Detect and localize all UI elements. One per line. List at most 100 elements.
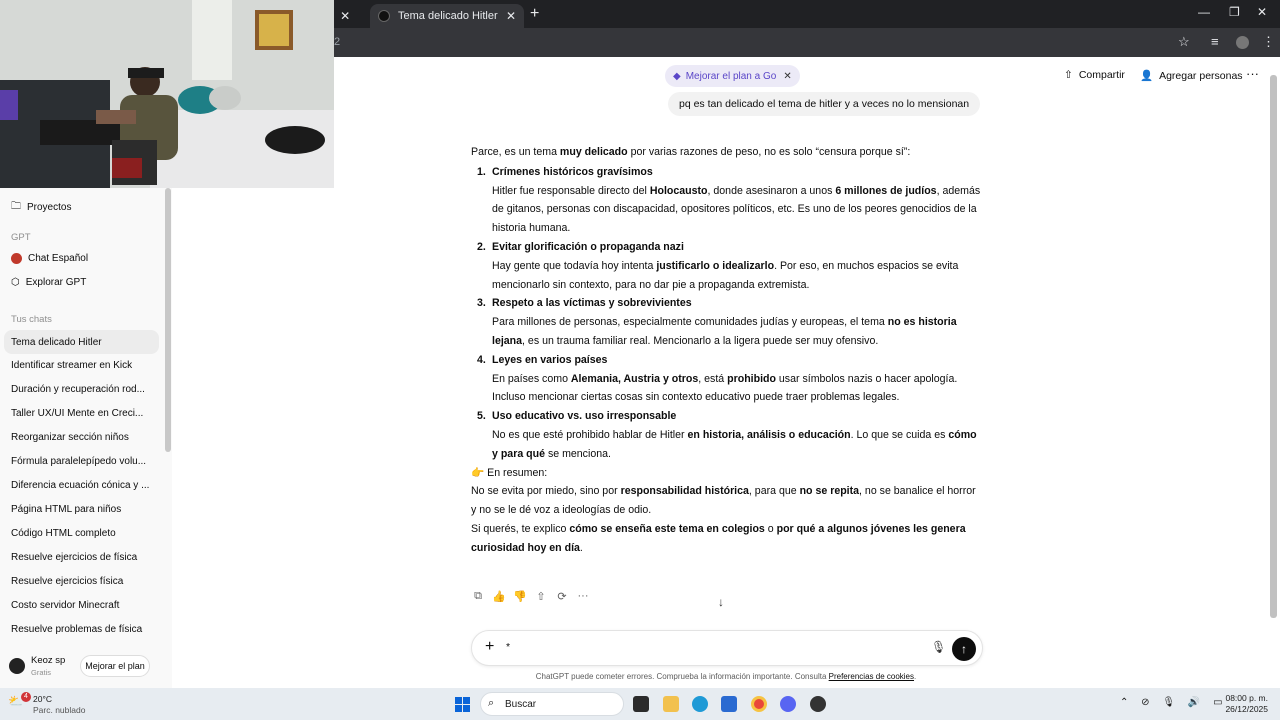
list-item: 1. Crímenes históricos gravísimos Hitler… — [477, 165, 981, 235]
chevron-up-icon[interactable]: ⌃ — [1120, 697, 1128, 708]
chat-title: Resuelve problemas de física — [11, 624, 143, 635]
main-scrollbar[interactable] — [1270, 75, 1277, 618]
chat-item[interactable]: Duración y recuperación rod... — [11, 384, 145, 395]
webcam-image — [0, 0, 334, 188]
file-explorer-icon[interactable] — [663, 696, 679, 712]
gpt-section-heading: GPT — [11, 232, 31, 243]
chat-item[interactable]: Página HTML para niños — [11, 504, 121, 515]
chat-title: Código HTML completo — [11, 528, 116, 539]
more-icon[interactable]: ··· — [576, 590, 590, 603]
profile-avatar[interactable] — [1236, 36, 1249, 49]
browser-tab-active[interactable]: Tema delicado Hitler ✕ — [370, 4, 524, 28]
sidebar-scrollbar[interactable] — [165, 188, 171, 452]
store-icon[interactable] — [721, 696, 737, 712]
chrome-icon[interactable] — [751, 696, 767, 712]
webcam-overlay — [0, 0, 334, 188]
chat-item[interactable]: Taller UX/UI Mente en Creci... — [11, 408, 143, 419]
cookie-preferences-link[interactable]: Preferencias de cookies — [829, 672, 914, 681]
thumbs-down-icon[interactable]: 👎 — [513, 590, 527, 603]
close-tab-icon[interactable]: ✕ — [340, 9, 350, 23]
sidebar-item-label: Explorar GPT — [25, 277, 87, 288]
more-options-icon[interactable]: ··· — [1246, 66, 1259, 81]
summary-text: No se evita por miedo, sino por responsa… — [471, 485, 976, 517]
app-icon[interactable] — [810, 696, 826, 712]
microphone-icon[interactable]: 🎙 — [931, 640, 946, 654]
closing-text: Si querés, te explico cómo se enseña est… — [471, 522, 966, 554]
chat-item[interactable]: Resuelve problemas de física — [11, 624, 142, 635]
network-icon[interactable]: ⊘ — [1141, 697, 1149, 708]
discord-icon[interactable] — [780, 696, 796, 712]
upgrade-plan-pill[interactable]: ◆ Mejorar el plan a Go ✕ — [665, 65, 800, 87]
task-view-icon[interactable] — [633, 696, 649, 712]
add-people-button[interactable]: 👤 Agregar personas — [1140, 69, 1243, 83]
send-button[interactable]: ↑ — [952, 637, 976, 661]
chat-item-active[interactable]: Tema delicado Hitler — [4, 330, 159, 354]
volume-icon[interactable]: 🔊 — [1188, 697, 1200, 708]
microphone-icon[interactable]: 🎙 — [1162, 697, 1175, 708]
thumbs-up-icon[interactable]: 👍 — [492, 590, 506, 603]
edge-icon[interactable] — [692, 696, 708, 712]
message-actions: ⧉ 👍 👎 ⇧ ⟳ ··· — [471, 590, 590, 603]
address-url[interactable]: 2 — [334, 36, 340, 48]
taskbar-clock[interactable]: 08:00 p. m. 26/12/2025 — [1222, 693, 1268, 715]
media-queue-icon[interactable]: ≡ — [1211, 34, 1219, 49]
plus-icon[interactable]: + — [485, 638, 494, 656]
user-message: pq es tan delicado el tema de hitler y a… — [668, 92, 981, 116]
upgrade-plan-button[interactable]: Mejorar el plan — [80, 655, 150, 677]
close-tab-icon[interactable]: ✕ — [506, 9, 516, 23]
chatgpt-favicon-icon — [378, 10, 390, 22]
windows-start-icon[interactable] — [455, 697, 470, 712]
chat-title: Resuelve ejercicios de física — [11, 552, 138, 563]
sidebar-item-proyectos[interactable]: 🗀 Proyectos — [11, 199, 71, 216]
chat-item[interactable]: Reorganizar sección niños — [11, 432, 129, 443]
close-window-icon[interactable]: ✕ — [1257, 5, 1267, 19]
search-label: Buscar — [505, 698, 537, 710]
copy-icon[interactable]: ⧉ — [471, 590, 485, 603]
bookmark-star-icon[interactable]: ☆ — [1178, 34, 1190, 50]
new-tab-icon[interactable]: + — [530, 5, 539, 23]
plan-pill-label: Mejorar el plan a Go — [685, 70, 777, 82]
weather-temp: 20°C — [33, 694, 52, 704]
sidebar-item-chat-espanol[interactable]: Chat Español — [11, 253, 88, 264]
chat-item[interactable]: Resuelve ejercicios física — [11, 576, 123, 587]
time: 08:00 p. m. — [1225, 693, 1268, 703]
user-plan: Gratis — [31, 668, 52, 677]
share-button[interactable]: ⇧ Compartir — [1064, 69, 1125, 81]
sidebar-item-label: Proyectos — [27, 202, 72, 213]
add-person-icon: 👤 — [1140, 70, 1154, 82]
list-item: 3. Respeto a las víctimas y sobrevivient… — [477, 297, 957, 347]
avatar — [9, 658, 25, 674]
list-item: 4. Leyes en varios países En países como… — [477, 353, 958, 404]
chat-item[interactable]: Identificar streamer en Kick — [11, 360, 132, 371]
user-name: Keoz sp — [31, 655, 66, 666]
chat-item[interactable]: Diferencia ecuación cónica y ... — [11, 480, 149, 491]
chat-title: Página HTML para niños — [11, 504, 122, 515]
message-composer[interactable]: + * 🎙 ↑ — [471, 630, 983, 666]
chat-item[interactable]: Costo servidor Minecraft — [11, 600, 119, 611]
message-input[interactable]: * — [506, 641, 510, 653]
close-icon[interactable]: ✕ — [783, 71, 791, 82]
regenerate-icon[interactable]: ⟳ — [555, 590, 569, 603]
scroll-down-arrow-icon[interactable]: ↓ — [718, 595, 724, 609]
chat-title: Resuelve ejercicios física — [11, 576, 124, 587]
restore-icon[interactable]: ❐ — [1229, 5, 1240, 19]
share-icon[interactable]: ⇧ — [534, 590, 548, 603]
minimize-icon[interactable]: — — [1198, 5, 1210, 19]
chat-item[interactable]: Código HTML completo — [11, 528, 116, 539]
date: 26/12/2025 — [1225, 704, 1268, 714]
sidebar-item-label: Chat Español — [28, 253, 89, 264]
chat-title: Duración y recuperación rod... — [11, 384, 145, 395]
list-item: 2. Evitar glorificación o propaganda naz… — [477, 240, 959, 291]
chat-item[interactable]: Fórmula paralelepípedo volu... — [11, 456, 146, 467]
taskbar-search[interactable]: ⌕ Buscar — [480, 692, 624, 716]
share-label: Compartir — [1078, 69, 1125, 81]
browser-menu-icon[interactable]: ⋮ — [1262, 34, 1275, 50]
chat-title: Fórmula paralelepípedo volu... — [11, 456, 147, 467]
sidebar-item-explorar-gpt[interactable]: ⬡ Explorar GPT — [11, 277, 86, 288]
system-tray[interactable]: ⌃ ⊘ 🎙 🔊 ▭ — [1120, 697, 1223, 708]
user-profile-row[interactable]: Keoz sp Gratis Mejorar el plan — [0, 650, 172, 688]
list-item: 5. Uso educativo vs. uso irresponsable N… — [477, 410, 977, 460]
chat-title: Taller UX/UI Mente en Creci... — [11, 408, 144, 419]
chat-item[interactable]: Resuelve ejercicios de física — [11, 552, 137, 563]
summary-heading: 👉 En resumen: — [471, 466, 548, 479]
